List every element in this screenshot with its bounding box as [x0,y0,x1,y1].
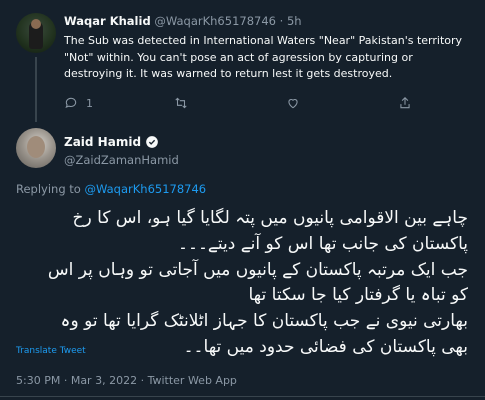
tweet-meta: 5:30 PM · Mar 3, 2022 · Twitter Web App [16,374,237,387]
avatar-face [31,19,41,29]
reply-count: 1 [86,96,93,110]
like-button[interactable] [286,94,300,112]
tweet-time[interactable]: 5h [287,14,302,28]
header-separator: · [279,14,284,28]
author-name-row: Zaid Hamid [64,135,159,149]
tweet-text-line: چاہے بین الاقوامی پانیوں میں پتہ لگایا گ… [72,208,468,228]
tweet-text-line: پاکستان کی جانب تھا اس کو آنے دیتے۔۔۔ [178,233,468,254]
meta-separator: · [140,374,145,387]
verified-badge-icon [145,135,159,149]
author-name[interactable]: Waqar Khalid [64,14,151,28]
avatar[interactable] [16,128,56,168]
heart-icon [288,99,298,109]
retweet-icon [175,97,187,109]
tweet-text: چاہے بین الاقوامی پانیوں میں پتہ لگایا گ… [10,206,468,361]
thread-connector-line [35,57,37,122]
parent-tweet[interactable]: Waqar Khalid @WaqarKh65178746 · 5h The S… [0,0,485,122]
main-tweet: Zaid Hamid @ZaidZamanHamid Replying to @… [0,122,485,400]
tweet-actions: 1 [64,94,410,112]
meta-separator: · [63,374,68,387]
tweet-source: Twitter Web App [147,374,237,387]
avatar[interactable] [16,13,56,53]
replying-to-handle-link[interactable]: @WaqarKh65178746 [85,182,207,196]
tweet-header: Waqar Khalid @WaqarKh65178746 · 5h [64,14,302,28]
replying-prefix: Replying to [16,182,81,196]
tweet-text-line: بھارتی نیوی نے جب پاکستان کا جہاز اٹلانٹ… [60,311,468,332]
divider [0,396,485,397]
author-handle[interactable]: @WaqarKh65178746 [154,14,276,28]
author-name[interactable]: Zaid Hamid [64,135,141,149]
tweet-text: The Sub was detected in International Wa… [64,34,463,80]
share-icon [400,97,410,109]
retweet-button[interactable] [174,94,188,112]
tweet-text-line: کو تباہ یا گرفتار کیا جا سکتا تھا [248,285,468,306]
tweet-time[interactable]: 5:30 PM [16,374,60,387]
share-button[interactable] [398,94,412,112]
reply-icon [65,97,77,108]
tweet-text-line: جب ایک مرتبہ پاکستان کے پانیوں میں آجاتی… [47,259,468,280]
tweet-date[interactable]: Mar 3, 2022 [71,374,137,387]
author-handle[interactable]: @ZaidZamanHamid [64,153,179,167]
avatar-face [27,136,45,158]
replying-to: Replying to @WaqarKh65178746 [16,182,206,196]
translate-tweet-link[interactable]: Translate Tweet [16,346,86,356]
reply-button[interactable]: 1 [64,94,93,112]
